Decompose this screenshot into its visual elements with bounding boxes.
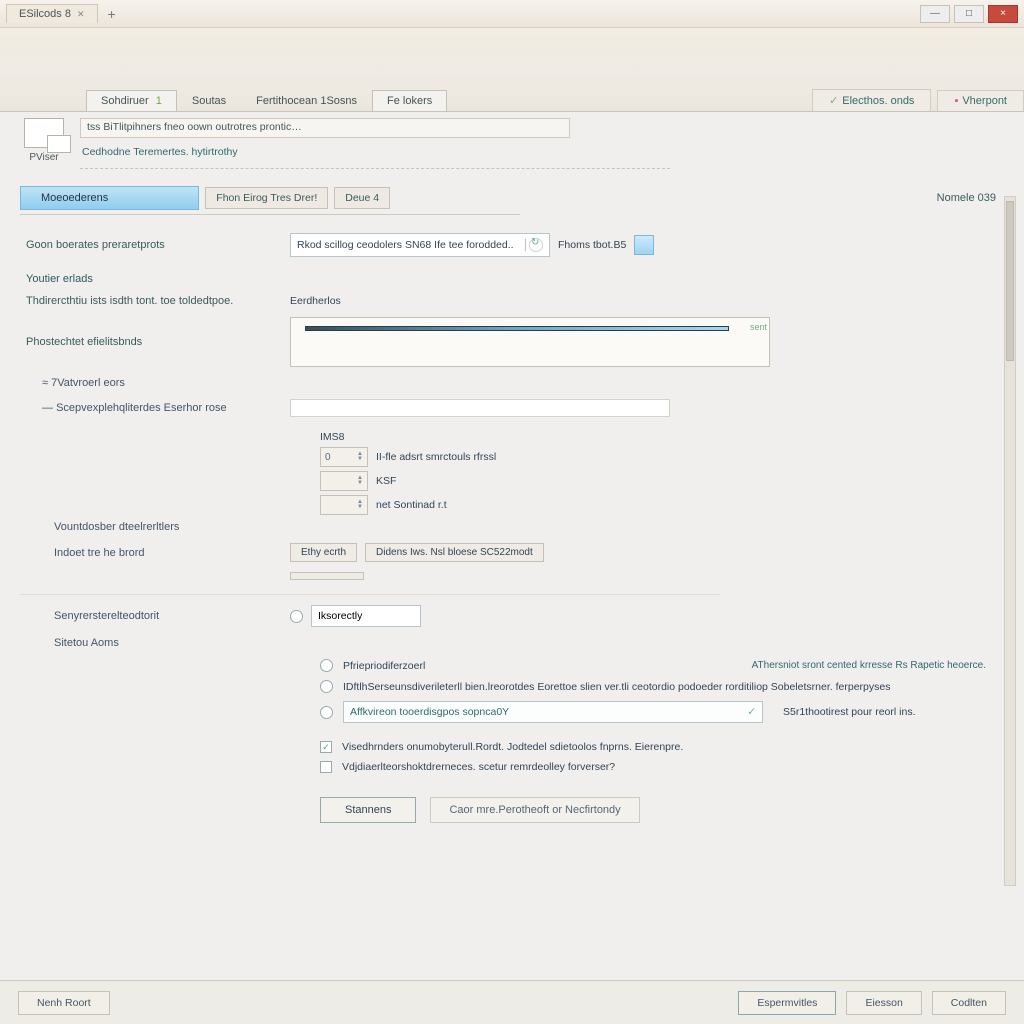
chk2-text: Vdjdiaerlteorshoktdrerneces. scetur remr…	[342, 761, 615, 773]
ribbon-tab-2[interactable]: Soutas	[177, 90, 241, 111]
preset-combo[interactable]: Rkod scillog ceodolers SN68 Ife tee foro…	[290, 233, 550, 257]
ribbon-tab-4[interactable]: Fe lokers	[372, 90, 447, 111]
label-indent: Indoet tre he brord	[20, 547, 290, 559]
refresh-icon[interactable]	[529, 238, 543, 252]
new-tab-button[interactable]: +	[98, 6, 126, 22]
reset-button[interactable]: Caor mre.Perotheoft or Necfirtondy	[430, 797, 639, 823]
chip-1[interactable]: Ethy ecrth	[290, 543, 357, 562]
label-tailored: ≈ 7Vatvroerl eors	[20, 377, 290, 389]
label-presets: Goon boerates preraretprots	[20, 239, 290, 251]
ims-label-2: KSF	[376, 475, 396, 487]
section-right-label: Nomele 039	[937, 192, 1006, 204]
separate-field[interactable]	[311, 605, 421, 627]
opt1-note: AThersniot sront cented krresse Rs Rapet…	[752, 660, 1006, 671]
ribbon-right-tab-1[interactable]: ✓Electhos. onds	[812, 89, 931, 111]
label-variables: Youtier erlads	[26, 273, 1006, 285]
chip-2[interactable]: Didens Iws. Nsl bloese SC522modt	[365, 543, 544, 562]
checkbox-2[interactable]	[320, 761, 332, 773]
preset-add-button[interactable]	[634, 235, 654, 255]
ims-num-3[interactable]: ▲▼	[320, 495, 368, 515]
radio-opt1[interactable]	[320, 659, 333, 672]
description-preview[interactable]: sent	[290, 317, 770, 367]
device-icon[interactable]	[24, 118, 64, 148]
ribbon-right-tab-2[interactable]: ▪Vherpont	[937, 90, 1024, 111]
opt3-note: S5r1thootirest pour reorl ins.	[783, 706, 915, 718]
main-panel: Moeoederens Fhon Eirog Tres Drer! Deue 4…	[20, 186, 1006, 970]
label-separate: Senyrersterelteodtorit	[20, 610, 290, 622]
minimize-button[interactable]: —	[920, 5, 950, 23]
divider	[80, 168, 670, 169]
close-tab-icon[interactable]: ✕	[77, 9, 85, 20]
section-button-2[interactable]: Deue 4	[334, 187, 390, 209]
path-field[interactable]: tss BiTlitpihners fneo oown outrotres pr…	[80, 118, 570, 138]
opt2-text: IDftlhSerseunsdiverileterll bien.lreorot…	[343, 681, 890, 693]
section-tab-active[interactable]: Moeoederens	[20, 186, 199, 210]
label-protected: Phostechtet efielitsbnds	[20, 336, 290, 348]
close-window-button[interactable]: ×	[988, 5, 1018, 23]
ims-group-title: IMS8	[320, 431, 740, 443]
apply-button[interactable]: Stannens	[320, 797, 416, 823]
divider-2	[20, 594, 720, 595]
titlebar: ESilcods 8 ✕ + — □ ×	[0, 0, 1024, 28]
heading-description: Eerdherlos	[290, 295, 341, 307]
preview-tag: sent	[750, 322, 767, 332]
chk1-text: Visedhrnders onumobyterull.Rordt. Jodted…	[342, 741, 683, 753]
window-tab[interactable]: ESilcods 8 ✕	[6, 4, 98, 23]
check-icon: ✓	[747, 706, 756, 718]
window-tab-title: ESilcods 8	[19, 8, 71, 20]
ims-label-1: II-fle adsrt smrctouls rfrssl	[376, 451, 496, 463]
ribbon-tab-3[interactable]: Fertithocean 1Sosns	[241, 90, 372, 111]
label-thirdparty: Thdirercthtiu ists isdth tont. toe tolde…	[20, 295, 290, 307]
section-underline	[20, 214, 520, 215]
maximize-button[interactable]: □	[954, 5, 984, 23]
radio-separate[interactable]	[290, 610, 303, 623]
label-vendor: Vountdosber dteelrerltlers	[20, 521, 290, 533]
ribbon-tabs: Sohdiruer 1 Soutas Fertithocean 1Sosns F…	[0, 86, 1024, 112]
ims-num-1[interactable]: 0▲▼	[320, 447, 368, 467]
scope-input[interactable]	[290, 399, 670, 417]
preset-aux-label: Fhoms tbot.B5	[558, 239, 626, 251]
footer-left-button[interactable]: Nenh Roort	[18, 991, 110, 1015]
radio-opt2[interactable]	[320, 680, 333, 693]
path-subtitle: Cedhodne Teremertes. hytirtrothy	[80, 146, 1024, 158]
radio-opt3[interactable]	[320, 706, 333, 719]
device-label: PViser	[22, 152, 66, 163]
ribbon-spacer	[0, 28, 1024, 86]
footer: Nenh Roort Espermvitles Eiesson Codlten	[0, 980, 1024, 1024]
chip-blank[interactable]	[290, 572, 364, 580]
checkbox-1[interactable]: ✓	[320, 741, 332, 753]
ribbon-tab-1[interactable]: Sohdiruer 1	[86, 90, 177, 111]
scrollbar-thumb[interactable]	[1006, 201, 1014, 361]
label-stages: Sitetou Aoms	[20, 637, 290, 649]
section-button-1[interactable]: Fhon Eirog Tres Drer!	[205, 187, 328, 209]
opt1-text: Pfriepriodiferzoerl	[343, 660, 425, 672]
progress-bar	[305, 326, 729, 331]
label-scope: — Scepvexplehqliterdes Eserhor rose	[20, 402, 290, 414]
ims-label-3: net Sontinad r.t	[376, 499, 447, 511]
footer-button-2[interactable]: Eiesson	[846, 991, 921, 1015]
ims-num-2[interactable]: ▲▼	[320, 471, 368, 491]
footer-button-1[interactable]: Espermvitles	[738, 991, 836, 1015]
footer-button-3[interactable]: Codlten	[932, 991, 1006, 1015]
opt3-field[interactable]: Affkvireon tooerdisgpos sopnca0Y ✓	[343, 701, 763, 723]
subheader: PViser tss BiTlitpihners fneo oown outro…	[0, 112, 1024, 169]
ims-group: IMS8 0▲▼ II-fle adsrt smrctouls rfrssl ▲…	[320, 431, 740, 515]
